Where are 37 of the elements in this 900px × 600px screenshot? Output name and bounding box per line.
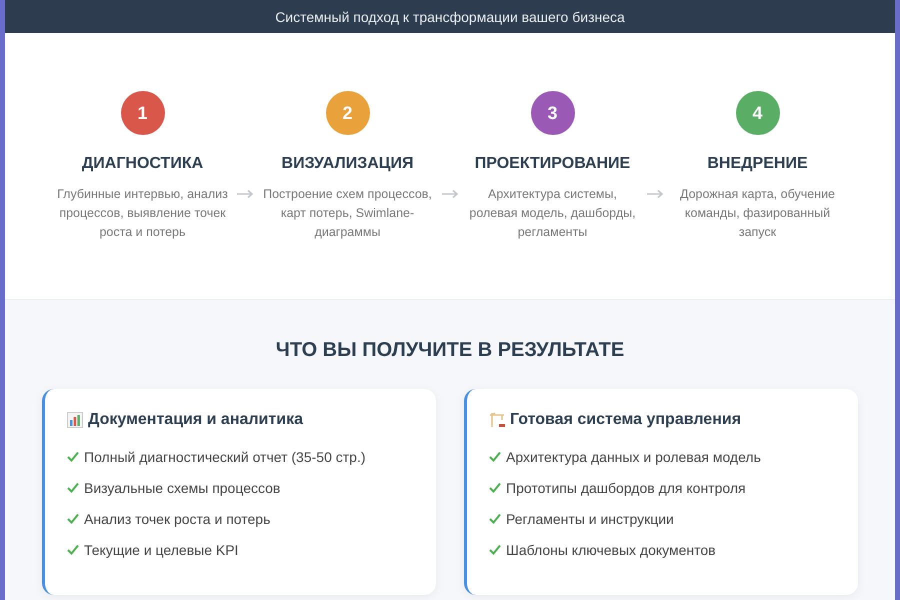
header-subtitle: Системный подход к трансформации вашего бизнеса: [275, 8, 625, 24]
step-description: Дорожная карта, обучение команды, фазированный запуск: [678, 186, 836, 241]
result-item: Регламенты и инструкции: [506, 510, 674, 526]
crane-icon: [489, 412, 505, 428]
step-description: Глубинные интервью, анализ процессов, выявление точек роста и потерь: [56, 186, 229, 241]
check-icon: [489, 513, 501, 524]
check-icon: [67, 513, 79, 524]
step-title: ПРОЕКТИРОВАНИЕ: [474, 154, 630, 174]
arrow-icon: [236, 189, 254, 199]
step-number: 3: [530, 91, 574, 135]
result-item: Архитектура данных и ролевая модель: [506, 448, 761, 464]
card-title: Готовая система управления: [510, 411, 742, 429]
result-item: Прототипы дашбордов для контроля: [506, 480, 746, 496]
step-description: Архитектура системы, ролевая модель, дашборды, регламенты: [468, 186, 637, 241]
check-icon: [489, 451, 501, 462]
check-icon: [489, 544, 501, 555]
result-item: Анализ точек роста и потерь: [84, 510, 270, 526]
check-icon: [67, 482, 79, 493]
bar-chart-icon: [67, 412, 83, 428]
result-item: Визуальные схемы процессов: [84, 480, 280, 496]
arrow-icon: [441, 189, 459, 199]
card-title: Документация и аналитика: [88, 411, 303, 429]
step-number: 4: [736, 91, 780, 135]
step-title: ВНЕДРЕНИЕ: [707, 154, 808, 174]
check-icon: [67, 544, 79, 555]
step-number: 2: [326, 91, 370, 135]
step-number: 1: [120, 91, 164, 135]
step-description: Построение схем процессов, карт потерь, Swimlane-диаграммы: [262, 186, 433, 241]
section-title: ЧТО ВЫ ПОЛУЧИТЕ В РЕЗУЛЬТАТЕ: [276, 338, 624, 363]
result-item: Шаблоны ключевых документов: [506, 542, 716, 558]
check-icon: [67, 451, 79, 462]
arrow-icon: [646, 189, 664, 199]
result-item: Полный диагностический отчет (35-50 стр.): [84, 448, 366, 464]
step-title: ВИЗУАЛИЗАЦИЯ: [282, 154, 414, 174]
result-item: Текущие и целевые KPI: [84, 542, 238, 558]
step-title: ДИАГНОСТИКА: [82, 154, 204, 174]
check-icon: [489, 482, 501, 493]
